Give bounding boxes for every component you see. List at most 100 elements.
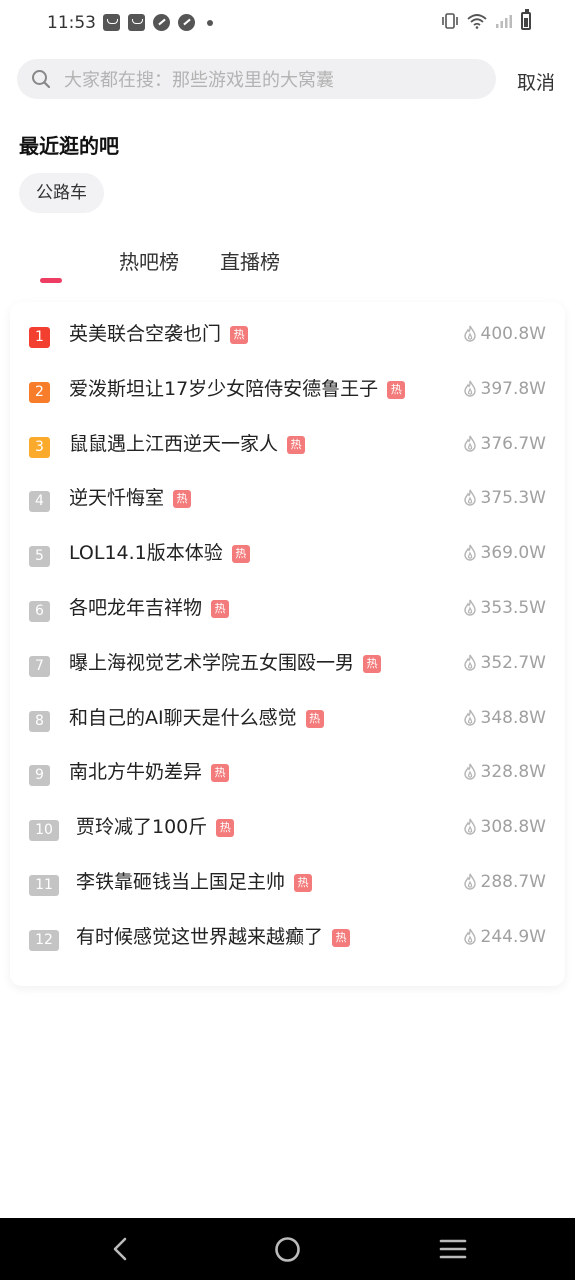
hot-list: 1 英美联合空袭也门热 400.8W 2 爱泼斯坦让17岁少女陪侍安德鲁王子热 397.8… bbox=[10, 302, 565, 986]
hot-badge: 热 bbox=[332, 928, 351, 947]
flame-icon bbox=[463, 764, 476, 781]
hot-list-row[interactable]: 3 鼠鼠遇上江西逆天一家人热 376.7W bbox=[10, 420, 565, 475]
hot-list-title: 鼠鼠遇上江西逆天一家人热 bbox=[69, 432, 306, 456]
hot-badge: 热 bbox=[231, 545, 250, 564]
heat-text: 352.7W bbox=[480, 652, 546, 673]
heat-value: 400.8W bbox=[463, 324, 546, 344]
hot-list-row[interactable]: 8 和自己的AI聊天是什么感觉热 348.8W bbox=[10, 694, 565, 749]
hot-list-title-text: 和自己的AI聊天是什么感觉 bbox=[69, 706, 297, 729]
heat-text: 308.8W bbox=[480, 817, 546, 838]
tab-hot-bars[interactable]: 热吧榜 bbox=[119, 246, 179, 275]
rank-badge: 3 bbox=[29, 436, 50, 458]
hot-list-title: 英美联合空袭也门热 bbox=[69, 322, 249, 346]
hot-list-row[interactable]: 10 贾玲减了100斤热 308.8W bbox=[10, 803, 565, 858]
status-time: 11:53 bbox=[47, 13, 96, 33]
vibrate-icon bbox=[442, 13, 458, 29]
tab-live[interactable]: 直播榜 bbox=[220, 246, 280, 275]
rank-badge: 12 bbox=[29, 929, 59, 951]
flame-icon bbox=[463, 490, 476, 507]
hot-list-title: 爱泼斯坦让17岁少女陪侍安德鲁王子热 bbox=[69, 377, 406, 401]
hot-badge: 热 bbox=[211, 600, 230, 618]
flame-icon bbox=[463, 544, 476, 561]
rank-badge: 9 bbox=[29, 765, 50, 787]
hot-badge: 热 bbox=[287, 435, 306, 454]
status-bar: 11:53 bbox=[0, 0, 575, 48]
flame-icon bbox=[463, 325, 476, 342]
hot-list-title-text: 南北方牛奶差异 bbox=[69, 761, 203, 784]
hot-badge: 热 bbox=[387, 380, 406, 399]
wifi-icon bbox=[467, 14, 487, 29]
rank-badge: 10 bbox=[29, 820, 59, 842]
notification-bag-icon bbox=[128, 14, 145, 31]
hot-list-title-text: 英美联合空袭也门 bbox=[69, 323, 222, 345]
app-circle-icon bbox=[153, 14, 170, 31]
hot-list-title: 逆天忏悔室热 bbox=[69, 486, 192, 510]
search-bar[interactable] bbox=[17, 59, 496, 101]
rank-badge: 6 bbox=[29, 601, 50, 622]
status-system-icons bbox=[441, 9, 531, 30]
rank-badge: 7 bbox=[29, 655, 50, 677]
heat-value: 328.8W bbox=[463, 762, 546, 782]
rank-badge: 5 bbox=[29, 546, 50, 568]
search-input[interactable] bbox=[62, 59, 486, 101]
flame-icon bbox=[463, 818, 476, 835]
hot-list-title-text: 有时候感觉这世界越来越癫了 bbox=[76, 925, 324, 948]
back-icon[interactable] bbox=[108, 1236, 134, 1262]
hot-list-title: 曝上海视觉艺术学院五女围殴一男热 bbox=[69, 651, 382, 675]
hot-list-title: 各吧龙年吉祥物热 bbox=[69, 596, 230, 620]
recent-bars-title: 最近逛的吧 bbox=[19, 134, 119, 158]
heat-value: 288.7W bbox=[463, 872, 546, 892]
hot-badge: 热 bbox=[211, 764, 230, 783]
menu-icon[interactable] bbox=[439, 1238, 467, 1260]
hot-list-row[interactable]: 7 曝上海视觉艺术学院五女围殴一男热 352.7W bbox=[10, 639, 565, 694]
flame-icon bbox=[463, 599, 476, 616]
hot-list-title-text: 逆天忏悔室 bbox=[69, 487, 165, 510]
heat-text: 328.8W bbox=[480, 762, 546, 783]
hot-badge: 热 bbox=[305, 709, 324, 728]
flame-icon bbox=[463, 928, 476, 945]
heat-text: 288.7W bbox=[480, 872, 546, 892]
navigation-bar bbox=[0, 1218, 575, 1280]
hot-list-title-text: 各吧龙年吉祥物 bbox=[69, 597, 203, 619]
hot-badge: 热 bbox=[216, 819, 235, 838]
rank-badge: 8 bbox=[29, 710, 50, 732]
dot-icon bbox=[207, 19, 213, 26]
heat-text: 397.8W bbox=[480, 378, 546, 399]
hot-list-row[interactable]: 9 南北方牛奶差异热 328.8W bbox=[10, 748, 565, 803]
flame-icon bbox=[463, 435, 476, 452]
hot-list-title: 贾玲减了100斤热 bbox=[76, 815, 235, 839]
hot-list-row[interactable]: 11 李铁靠砸钱当上国足主帅热 288.7W bbox=[10, 858, 565, 913]
notification-bag-icon bbox=[103, 14, 120, 31]
heat-value: 375.3W bbox=[463, 488, 546, 508]
status-notification-icons bbox=[103, 14, 213, 31]
heat-text: 376.7W bbox=[480, 433, 546, 454]
heat-text: 348.8W bbox=[480, 707, 546, 728]
signal-icon bbox=[496, 15, 512, 28]
hot-list-title: 南北方牛奶差异热 bbox=[69, 760, 230, 784]
rank-badge: 11 bbox=[29, 875, 59, 896]
hot-badge: 热 bbox=[173, 490, 192, 509]
hot-list-row[interactable]: 5 LOL14.1版本体验热 369.0W bbox=[10, 529, 565, 584]
home-icon[interactable] bbox=[274, 1236, 301, 1263]
hot-list-title-text: 爱泼斯坦让17岁少女陪侍安德鲁王子 bbox=[69, 377, 379, 400]
hot-list-row[interactable]: 12 有时候感觉这世界越来越癫了热 244.9W bbox=[10, 913, 565, 968]
heat-text: 353.5W bbox=[480, 598, 546, 618]
hot-list-row[interactable]: 1 英美联合空袭也门热 400.8W bbox=[10, 310, 565, 365]
heat-text: 400.8W bbox=[480, 324, 546, 344]
hot-list-row[interactable]: 2 爱泼斯坦让17岁少女陪侍安德鲁王子热 397.8W bbox=[10, 365, 565, 420]
app-circle-icon bbox=[178, 14, 195, 31]
heat-value: 352.7W bbox=[463, 653, 546, 673]
heat-value: 397.8W bbox=[463, 379, 546, 399]
heat-value: 353.5W bbox=[463, 598, 546, 618]
hot-badge: 热 bbox=[363, 654, 382, 673]
hot-list-title: 李铁靠砸钱当上国足主帅热 bbox=[76, 870, 313, 894]
hot-list-row[interactable]: 6 各吧龙年吉祥物热 353.5W bbox=[10, 584, 565, 639]
heat-text: 375.3W bbox=[480, 488, 546, 509]
rank-badge: 1 bbox=[29, 327, 50, 348]
heat-value: 308.8W bbox=[463, 817, 546, 837]
cancel-button[interactable]: 取消 bbox=[517, 68, 555, 95]
recent-bar-chip[interactable]: 公路车 bbox=[19, 173, 104, 213]
hot-list-row[interactable]: 4 逆天忏悔室热 375.3W bbox=[10, 474, 565, 529]
heat-value: 348.8W bbox=[463, 708, 546, 728]
heat-value: 244.9W bbox=[463, 927, 546, 947]
